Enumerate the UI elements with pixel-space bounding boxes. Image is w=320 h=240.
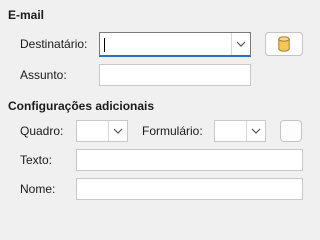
chevron-down-icon: [113, 128, 123, 134]
name-input[interactable]: [76, 178, 303, 200]
frame-label: Quadro:: [20, 124, 64, 138]
chevron-down-icon: [251, 128, 261, 134]
form-label: Formulário:: [142, 124, 203, 138]
email-section-title: E-mail: [8, 8, 45, 22]
chevron-down-icon: [236, 41, 246, 47]
subject-label: Assunto:: [20, 68, 67, 82]
recipient-label: Destinatário:: [20, 37, 88, 51]
text-input[interactable]: [76, 149, 303, 171]
additional-settings-title: Configurações adicionais: [8, 99, 155, 113]
form-combobox[interactable]: [214, 120, 266, 142]
address-book-button[interactable]: [265, 32, 303, 56]
text-cursor: [104, 38, 105, 52]
text-label: Texto:: [20, 153, 53, 167]
recipient-dropdown-button[interactable]: [231, 33, 250, 55]
form-options-button[interactable]: [280, 120, 302, 142]
recipient-combobox[interactable]: [99, 32, 251, 57]
name-label: Nome:: [20, 182, 56, 196]
database-icon: [278, 36, 290, 52]
subject-input[interactable]: [99, 64, 251, 86]
form-dropdown-button[interactable]: [246, 121, 265, 141]
frame-combobox[interactable]: [76, 120, 128, 142]
frame-dropdown-button[interactable]: [108, 121, 127, 141]
